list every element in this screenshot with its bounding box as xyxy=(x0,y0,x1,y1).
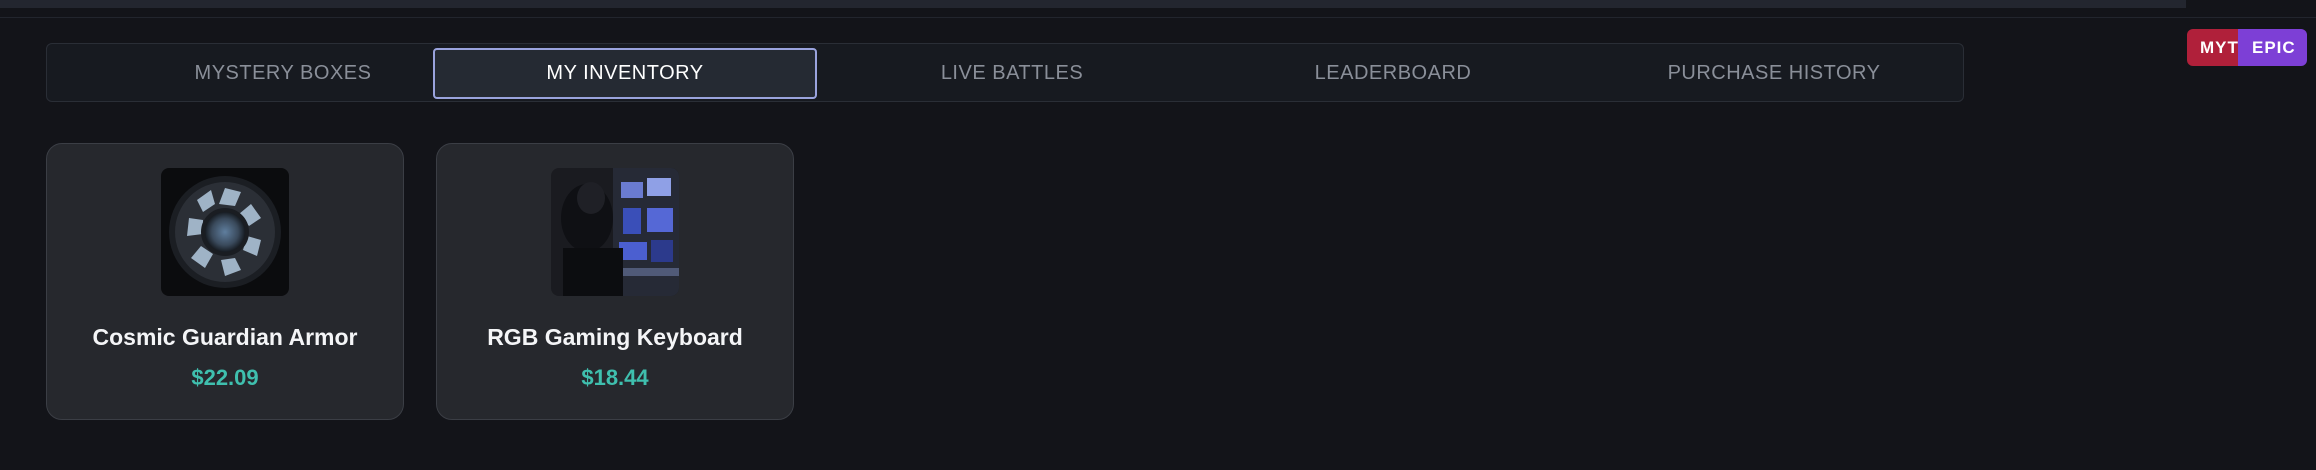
main-tab-bar: MYSTERY BOXES MY INVENTORY LIVE BATTLES … xyxy=(46,43,1964,102)
inventory-item-card[interactable]: RGB Gaming Keyboard $18.44 xyxy=(436,143,794,420)
space-station-window-image xyxy=(161,168,289,296)
item-name: Cosmic Guardian Armor xyxy=(92,324,358,350)
tab-purchase-history[interactable]: PURCHASE HISTORY xyxy=(1582,48,1966,99)
tab-leaderboard[interactable]: LEADERBOARD xyxy=(1201,48,1585,99)
inventory-item-card[interactable]: Cosmic Guardian Armor $22.09 xyxy=(46,143,404,420)
item-price: $18.44 xyxy=(581,365,649,390)
tab-mystery-boxes[interactable]: MYSTERY BOXES xyxy=(91,48,475,99)
tab-live-battles[interactable]: LIVE BATTLES xyxy=(820,48,1204,99)
epic-rarity-badge: EPIC xyxy=(2238,29,2307,66)
item-name: RGB Gaming Keyboard xyxy=(487,324,743,350)
top-scroll-bar xyxy=(0,0,2186,8)
gaming-setup-image xyxy=(551,168,679,296)
item-price: $22.09 xyxy=(191,365,259,390)
tab-my-inventory[interactable]: MY INVENTORY xyxy=(433,48,817,99)
header-divider xyxy=(0,17,2316,18)
